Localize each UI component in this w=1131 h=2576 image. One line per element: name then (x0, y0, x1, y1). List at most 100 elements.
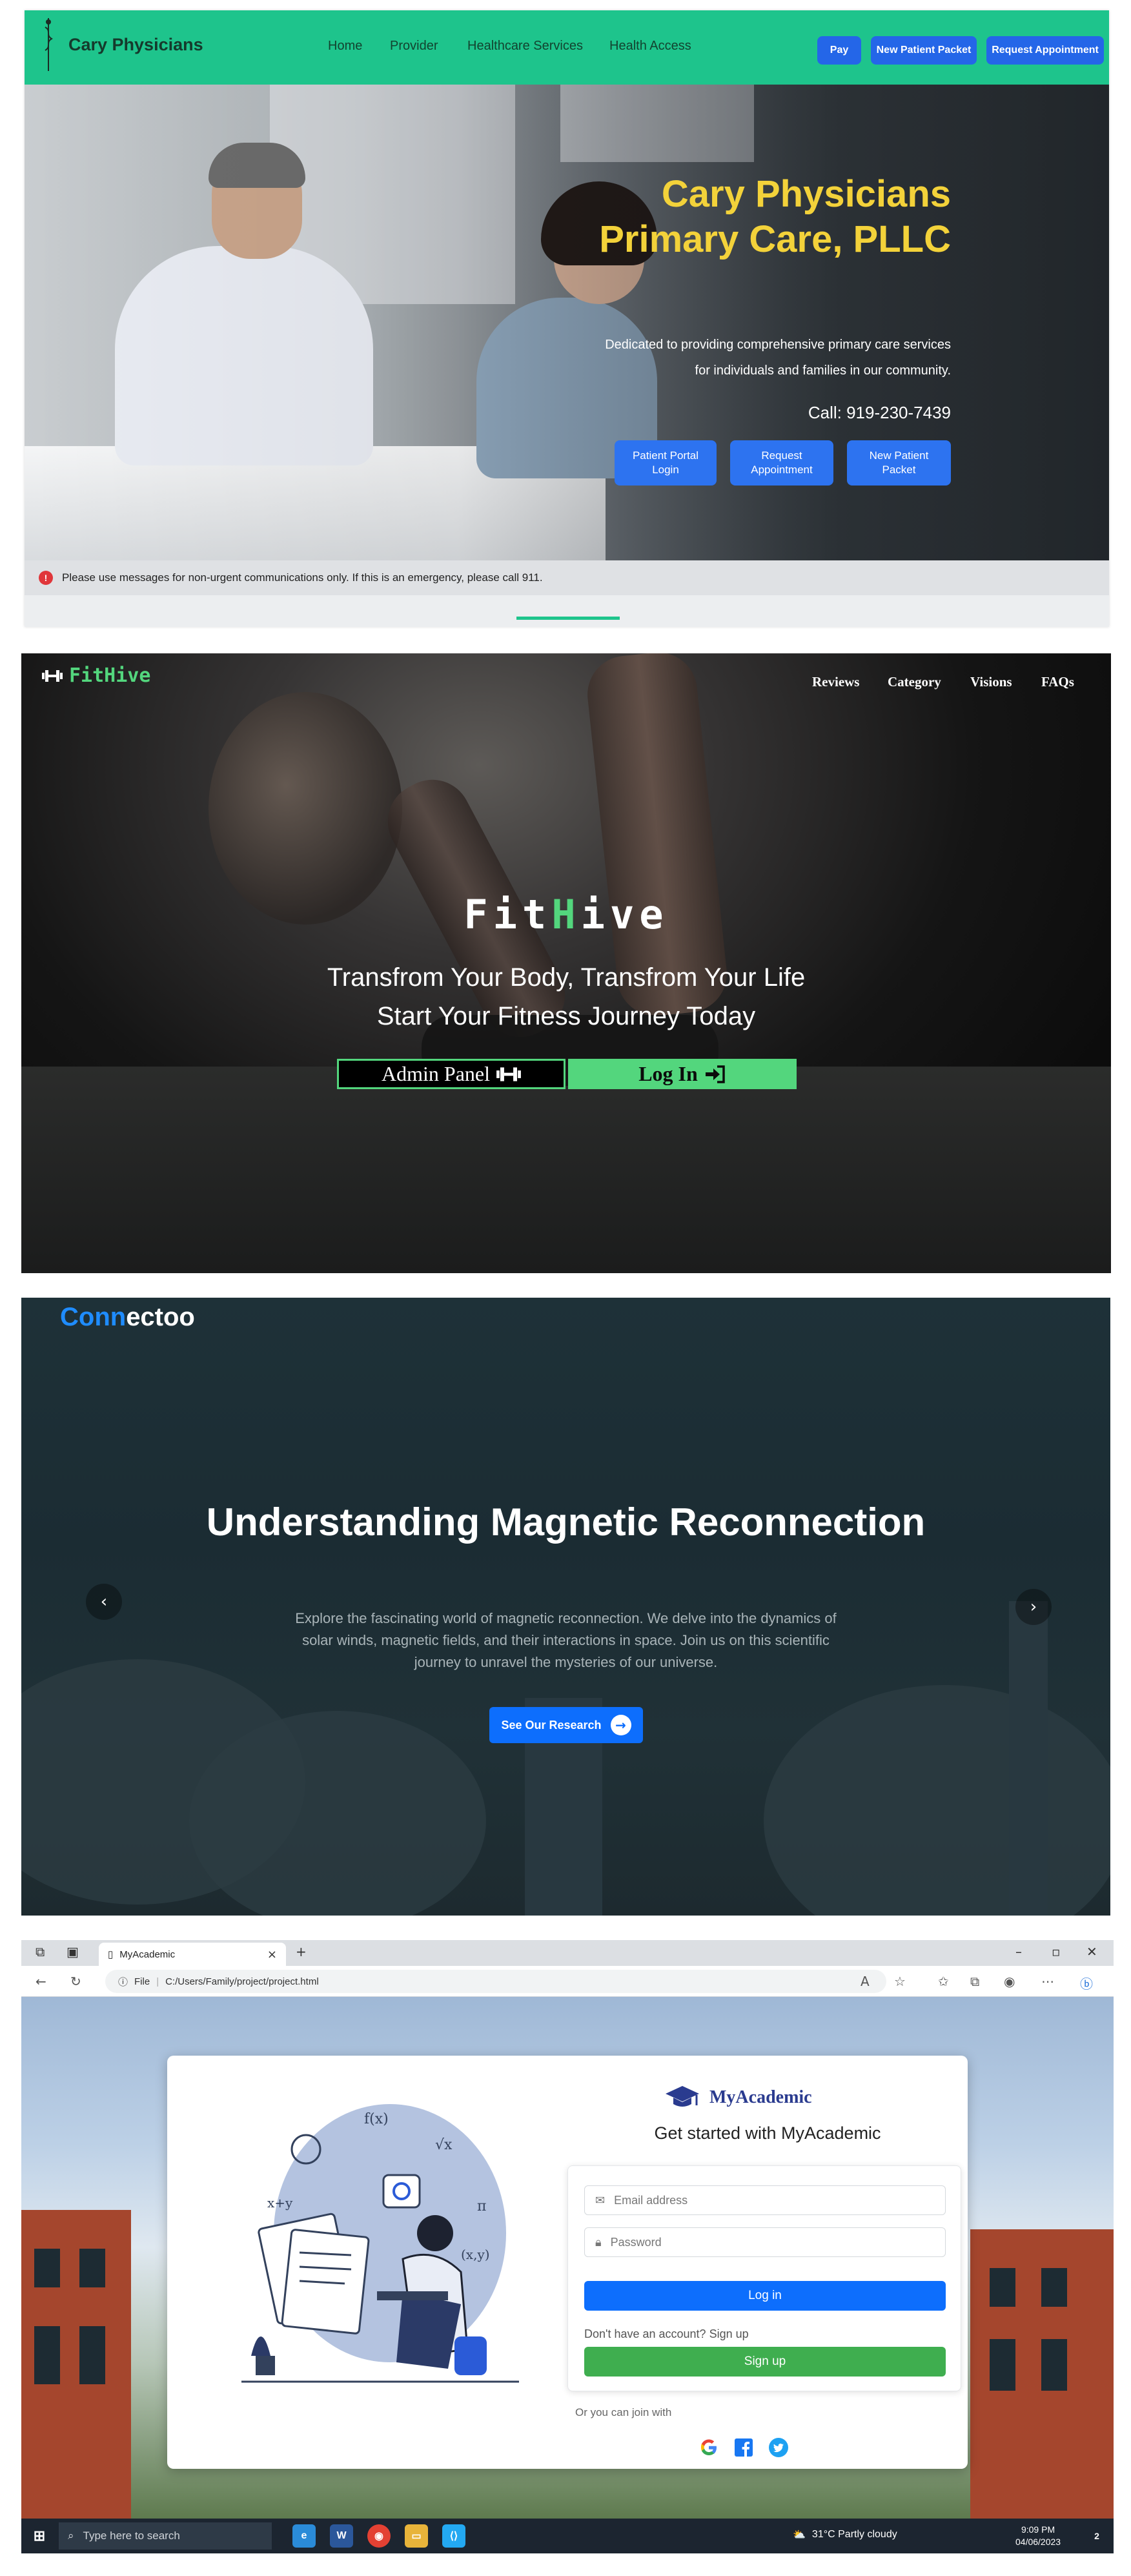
address-bar-row: ← ↻ ⓘ File | C:/Users/Family/project/pro… (21, 1966, 1114, 1997)
clock-date: 04/06/2023 (1015, 2537, 1061, 2547)
graduation-cap-icon (666, 2086, 699, 2107)
taskbar-clock[interactable]: 9:09 PM 04/06/2023 (1015, 2524, 1061, 2548)
minimize-icon[interactable]: – (1015, 1944, 1022, 1959)
windows-start-icon[interactable]: ⊞ (28, 2524, 51, 2548)
research-button-label: See Our Research (501, 1718, 602, 1732)
email-field[interactable]: ✉ (584, 2185, 946, 2215)
google-login-button[interactable] (698, 2437, 720, 2458)
slide-heading: Understanding Magnetic Reconnection (206, 1500, 926, 1544)
hero-section: Cary Physicians Primary Care, PLLC Dedic… (25, 85, 1109, 560)
tab-actions-icon[interactable]: ▣ (66, 1944, 79, 1959)
info-icon: ⓘ (118, 1976, 128, 1988)
window-image (79, 2249, 105, 2287)
phone-number[interactable]: Call: 919-230-7439 (808, 403, 951, 423)
connectoo-logo[interactable]: Connectoo (60, 1303, 195, 1332)
refresh-icon[interactable]: ↻ (70, 1974, 81, 1989)
launch-tower-image (1009, 1601, 1048, 1916)
collections-icon[interactable]: ⧉ (970, 1974, 979, 1989)
close-tab-icon[interactable]: × (267, 1948, 277, 1961)
no-account-text[interactable]: Don't have an account? Sign up (584, 2327, 749, 2341)
workspaces-icon[interactable]: ⧉ (36, 1944, 45, 1959)
password-field[interactable]: 🔒︎ (584, 2227, 946, 2257)
smoke-cloud-image (189, 1711, 486, 1916)
emergency-notice: ! Please use messages for non-urgent com… (25, 560, 1109, 595)
address-bar[interactable]: ⓘ File | C:/Users/Family/project/project… (105, 1970, 886, 1993)
fithive-logo[interactable]: FitHive (42, 664, 150, 687)
svg-text:π: π (477, 2198, 486, 2214)
close-window-icon[interactable]: ✕ (1086, 1944, 1097, 1959)
logo-text: FitHive (69, 664, 151, 687)
building-image (21, 2210, 131, 2519)
taskbar-search[interactable]: ⌕ Type here to search (59, 2522, 272, 2550)
log-in-button[interactable]: Log In (568, 1059, 797, 1089)
word-icon[interactable]: W (330, 2524, 353, 2548)
clock-time: 9:09 PM (1021, 2524, 1055, 2535)
sign-up-button[interactable]: Sign up (584, 2347, 946, 2377)
nav-health-access[interactable]: Health Access (609, 39, 691, 54)
read-aloud-icon[interactable]: A (861, 1974, 870, 1989)
nav-visions[interactable]: Visions (970, 674, 1012, 690)
fithive-site: FitHive Reviews Category Visions FAQs Fi… (21, 653, 1111, 1273)
twitter-login-button[interactable] (768, 2437, 790, 2458)
tab-title: MyAcademic (119, 1948, 176, 1960)
nav-category[interactable]: Category (888, 674, 941, 690)
top-navbar: Cary Physicians Home Provider Healthcare… (25, 10, 1109, 85)
browser-tab[interactable]: ▯ MyAcademic × (99, 1943, 286, 1966)
favorite-star-icon[interactable]: ☆ (894, 1974, 906, 1989)
nav-provider[interactable]: Provider (390, 39, 438, 54)
favorites-icon[interactable]: ✩ (938, 1974, 949, 1989)
google-icon (701, 2439, 717, 2455)
file-explorer-icon[interactable]: ▭ (405, 2524, 428, 2548)
brand-part: ectoo (126, 1303, 195, 1331)
or-join-text: Or you can join with (575, 2406, 672, 2418)
dumbbell-icon (496, 1067, 521, 1081)
hero-request-appointment-button[interactable]: Request Appointment (730, 440, 833, 486)
chevron-right-icon: › (1030, 1597, 1037, 1617)
tagline-2: Start Your Fitness Journey Today (376, 1002, 756, 1030)
chrome-icon[interactable]: ◉ (367, 2524, 391, 2548)
facebook-login-button[interactable] (733, 2437, 755, 2458)
admin-panel-button[interactable]: Admin Panel (337, 1059, 566, 1089)
edge-icon[interactable]: e (292, 2524, 316, 2548)
bing-icon[interactable]: ⓑ (1080, 1974, 1093, 1992)
nav-healthcare-services[interactable]: Healthcare Services (467, 39, 583, 54)
carousel-prev-button[interactable]: ‹ (86, 1584, 122, 1620)
sign-in-icon (705, 1065, 725, 1083)
title-part: Fit (464, 891, 552, 938)
pay-button[interactable]: Pay (817, 36, 861, 65)
nav-faqs[interactable]: FAQs (1041, 674, 1074, 690)
patient-portal-login-button[interactable]: Patient Portal Login (615, 440, 717, 486)
gym-floor-image (21, 1067, 1111, 1273)
nav-home[interactable]: Home (328, 39, 362, 54)
hero-new-patient-packet-button[interactable]: New Patient Packet (847, 440, 951, 486)
windows-taskbar: ⊞ ⌕ Type here to search e W ◉ ▭ ⟨⟩ ⛅ 31°… (21, 2519, 1114, 2553)
vscode-icon[interactable]: ⟨⟩ (442, 2524, 465, 2548)
nav-reviews[interactable]: Reviews (812, 674, 859, 690)
log-in-button[interactable]: Log in (584, 2281, 946, 2311)
caduceus-logo-icon (45, 18, 53, 71)
search-placeholder: Type here to search (83, 2530, 180, 2542)
notice-text: Please use messages for non-urgent commu… (62, 571, 543, 584)
tab-strip: ⧉ ▣ ▯ MyAcademic × + – ▫ ✕ (21, 1940, 1114, 1966)
password-input[interactable] (610, 2235, 921, 2249)
weather-widget[interactable]: ⛅ 31°C Partly cloudy (793, 2528, 897, 2541)
brand-name[interactable]: Cary Physicians (68, 35, 203, 55)
myacademic-brand: MyAcademic (664, 2085, 812, 2111)
back-icon[interactable]: ← (36, 1974, 46, 1989)
more-options-icon[interactable]: ⋯ (1041, 1974, 1054, 1989)
slide-description: Explore the fascinating world of magneti… (295, 1610, 837, 1670)
new-tab-icon[interactable]: + (296, 1944, 307, 1959)
admin-panel-label: Admin Panel (382, 1062, 490, 1085)
restore-icon[interactable]: ▫ (1052, 1944, 1061, 1959)
see-our-research-button[interactable]: See Our Research → (489, 1707, 643, 1743)
request-appointment-button[interactable]: Request Appointment (986, 36, 1104, 65)
carousel-next-button[interactable]: › (1015, 1589, 1052, 1625)
notification-icon[interactable]: 2 (1085, 2524, 1108, 2548)
email-input[interactable] (614, 2193, 924, 2207)
brand-part: Conn (60, 1303, 127, 1331)
cary-physicians-site: Cary Physicians Home Provider Healthcare… (25, 10, 1109, 627)
new-patient-packet-button[interactable]: New Patient Packet (871, 36, 977, 65)
profile-icon[interactable]: ◉ (1004, 1974, 1015, 1989)
dumbbell-icon (42, 670, 63, 682)
arrow-right-icon: → (610, 1715, 631, 1735)
